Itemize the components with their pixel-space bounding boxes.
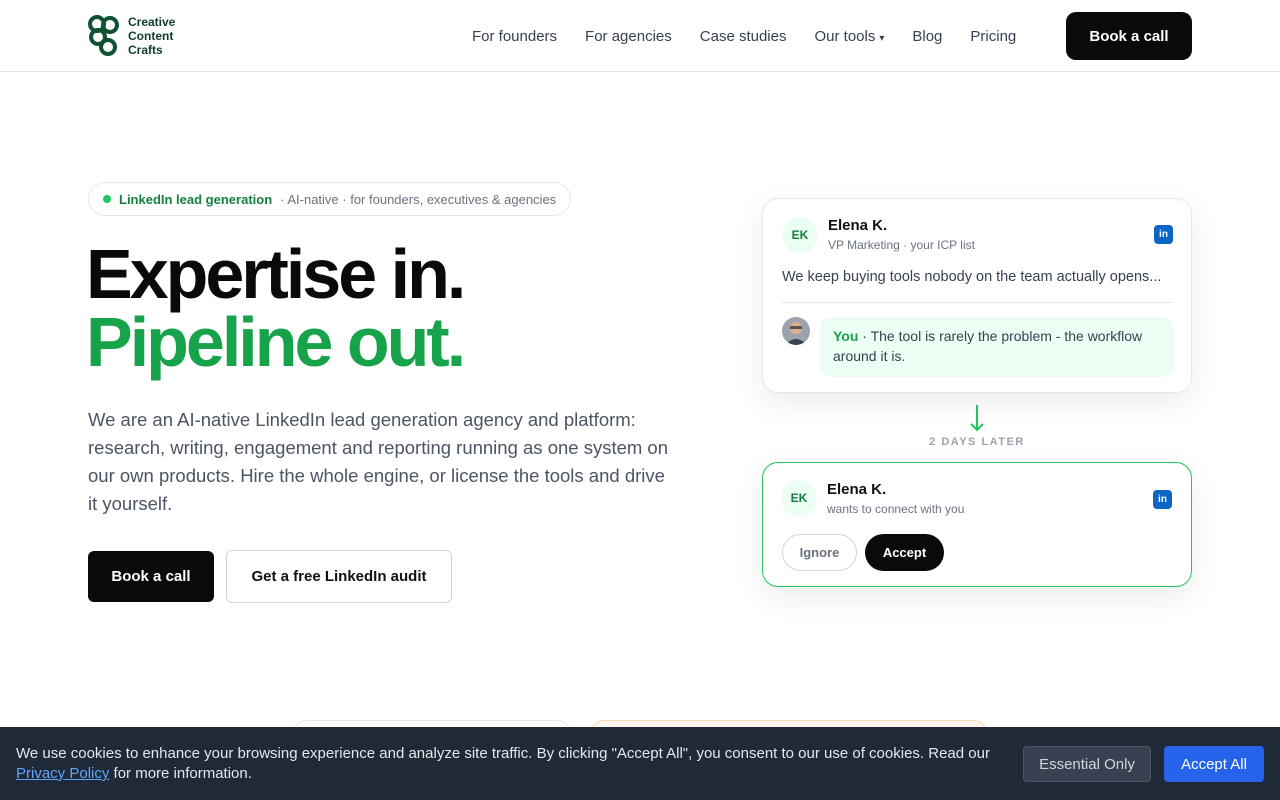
message-card: EK Elena K. VP Marketing · your ICP list… — [762, 198, 1192, 393]
category-pill: LinkedIn lead generation · AI-native · f… — [88, 182, 572, 216]
free-audit-button[interactable]: Get a free LinkedIn audit — [226, 550, 452, 603]
contact-name: Elena K. — [828, 217, 888, 234]
status-dot-icon — [103, 195, 111, 203]
logo-line: Content — [128, 29, 174, 43]
pill-secondary-text: · AI-native · for founders, executives &… — [280, 191, 557, 207]
connection-request-card: EK Elena K. wants to connect with you in… — [762, 462, 1192, 587]
logo-icon — [88, 15, 119, 56]
incoming-message: We keep buying tools nobody on the team … — [782, 269, 1162, 285]
reply-author: You — [833, 328, 859, 344]
site-header: Creative Content Crafts For founders For… — [0, 0, 1280, 72]
header-book-call-button[interactable]: Book a call — [1066, 12, 1192, 60]
hero-book-call-button[interactable]: Book a call — [88, 551, 214, 602]
arrow-down-icon — [970, 405, 984, 432]
time-label: 2 DAYS LATER — [929, 436, 1025, 448]
contact-subtitle: VP Marketing · your ICP list — [828, 238, 975, 252]
nav-blog[interactable]: Blog — [912, 28, 942, 45]
reply-text: · The tool is rarely the problem - the w… — [833, 328, 1143, 364]
linkedin-icon: in — [1153, 490, 1172, 509]
contact-name: Elena K. — [827, 481, 887, 498]
nav-for-agencies[interactable]: For agencies — [585, 28, 672, 45]
hero-headline: Expertise in. Pipeline out. — [86, 235, 466, 381]
cookie-text-before: We use cookies to enhance your browsing … — [16, 745, 990, 762]
contact-subtitle: wants to connect with you — [827, 502, 965, 516]
accept-button[interactable]: Accept — [865, 534, 944, 571]
user-photo-icon — [782, 317, 810, 345]
privacy-policy-link[interactable]: Privacy Policy — [16, 765, 109, 782]
nav-case-studies[interactable]: Case studies — [700, 28, 787, 45]
chevron-down-icon: ▾ — [879, 32, 885, 44]
linkedin-icon: in — [1154, 225, 1173, 244]
pill-primary-text: LinkedIn lead generation — [119, 191, 273, 207]
cookie-text-after: for more information. — [109, 765, 252, 782]
ignore-button[interactable]: Ignore — [782, 534, 857, 571]
main-nav: For founders For agencies Case studies O… — [472, 24, 1016, 48]
avatar: EK — [782, 217, 818, 253]
divider — [782, 302, 1174, 303]
headline-line-1: Expertise in. — [86, 235, 466, 313]
logo-line: Crafts — [128, 43, 163, 57]
hero-description: We are an AI-native LinkedIn lead genera… — [88, 409, 669, 514]
avatar: EK — [781, 480, 817, 516]
user-avatar — [782, 317, 810, 345]
logo[interactable]: Creative Content Crafts — [88, 14, 175, 58]
nav-pricing[interactable]: Pricing — [970, 28, 1016, 45]
nav-our-tools[interactable]: Our tools ▾ — [814, 28, 884, 45]
headline-line-2: Pipeline out. — [86, 303, 466, 381]
essential-only-button[interactable]: Essential Only — [1023, 746, 1151, 782]
logo-line: Creative — [128, 15, 176, 29]
nav-our-tools-label: Our tools — [814, 27, 876, 45]
cookie-banner: We use cookies to enhance your browsing … — [0, 727, 1280, 800]
reply-bubble: You · The tool is rarely the problem - t… — [820, 317, 1174, 377]
logo-text: Creative Content Crafts — [128, 15, 175, 57]
accept-all-button[interactable]: Accept All — [1164, 746, 1264, 782]
cookie-message: We use cookies to enhance your browsing … — [16, 744, 1006, 784]
nav-for-founders[interactable]: For founders — [472, 28, 557, 45]
